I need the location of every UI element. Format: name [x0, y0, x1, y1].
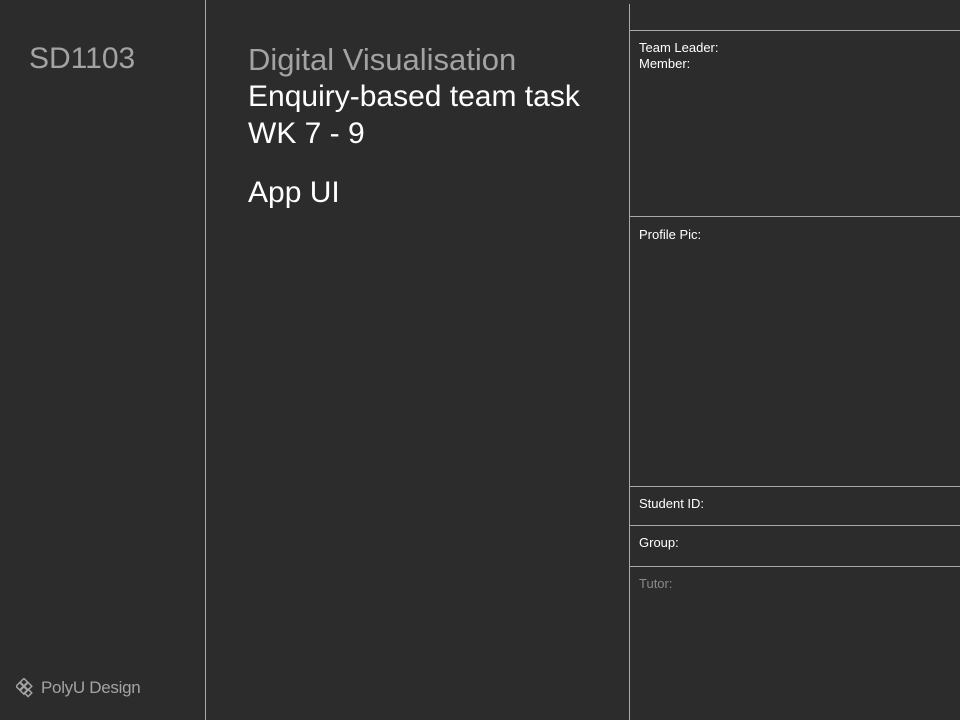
- info-divider-top: [630, 30, 960, 31]
- task-type: Enquiry-based team task: [248, 80, 580, 113]
- right-divider: [629, 4, 630, 720]
- group-label: Group:: [639, 535, 679, 550]
- polyu-design-logo: PolyU Design: [16, 678, 141, 698]
- team-leader-label: Team Leader:: [639, 40, 719, 55]
- info-divider-tutor: [630, 566, 960, 567]
- task-weeks: WK 7 - 9: [248, 117, 365, 150]
- subject-title: Digital Visualisation: [248, 42, 517, 77]
- title-slide: SD1103 Digital Visualisation Enquiry-bas…: [0, 0, 960, 720]
- tutor-label: Tutor:: [639, 576, 673, 591]
- info-divider-profile: [630, 216, 960, 217]
- logo-text: PolyU Design: [41, 678, 141, 697]
- info-divider-group: [630, 525, 960, 526]
- profile-pic-label: Profile Pic:: [639, 227, 702, 242]
- member-label: Member:: [639, 56, 691, 71]
- polyu-logo-icon: [16, 678, 33, 698]
- student-id-label: Student ID:: [639, 496, 705, 511]
- title-block: Digital Visualisation Enquiry-based team…: [248, 41, 618, 152]
- course-code: SD1103: [29, 42, 136, 75]
- left-divider: [205, 0, 206, 720]
- project-title: App UI: [248, 176, 340, 209]
- info-divider-student-id: [630, 486, 960, 487]
